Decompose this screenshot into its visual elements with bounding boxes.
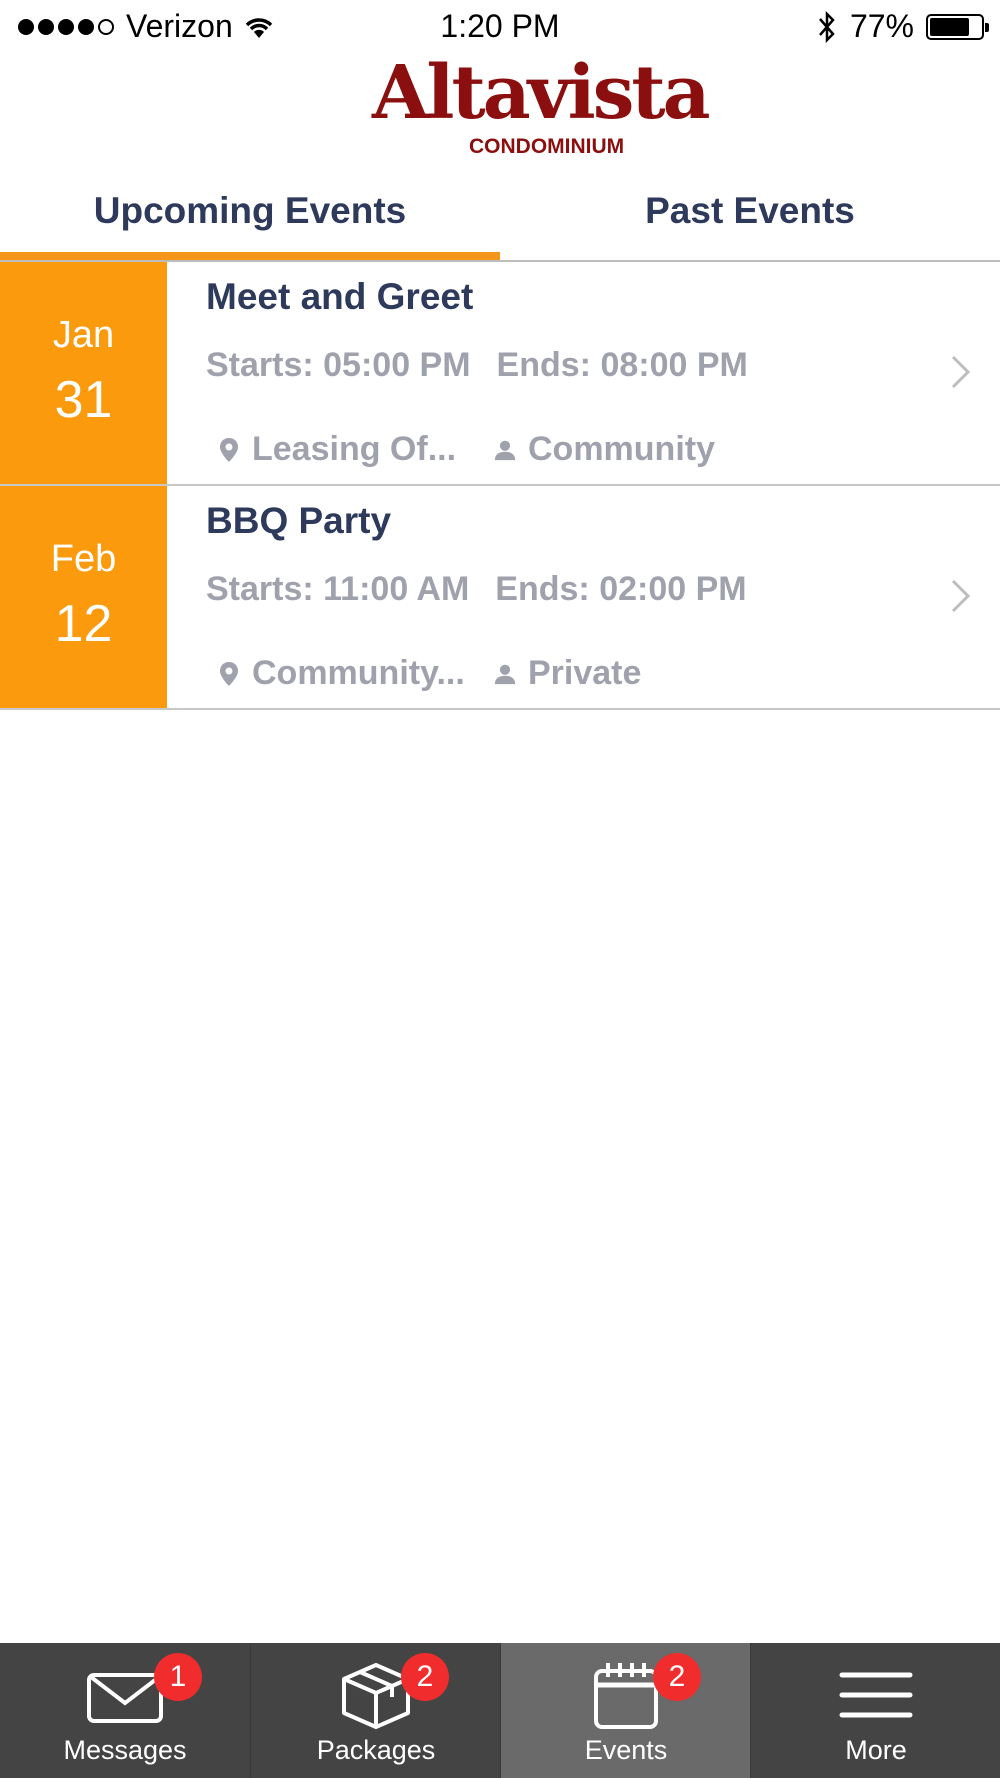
tab-more-label: More (845, 1735, 907, 1765)
person-icon (494, 664, 516, 684)
envelope-icon (87, 1673, 163, 1723)
event-start-time: Starts: 05:00 PM (206, 346, 471, 384)
event-date-block: Feb 12 (0, 486, 167, 708)
tab-events[interactable]: 2 Events (500, 1643, 750, 1778)
event-title: BBQ Party (206, 500, 392, 541)
event-times: Starts: 11:00 AM Ends: 02:00 PM (206, 570, 747, 609)
packages-badge: 2 (401, 1653, 449, 1701)
app-logo: Altavista CONDOMINIUM (372, 56, 711, 166)
event-category-label: Private (528, 654, 642, 692)
event-month: Feb (50, 538, 117, 580)
event-category: Private (494, 654, 641, 693)
chevron-right-icon (951, 355, 971, 389)
tab-past-events[interactable]: Past Events (500, 176, 1000, 262)
event-category: Community (494, 430, 715, 469)
tab-more[interactable]: More (750, 1643, 1000, 1778)
event-row[interactable]: Jan 31 Meet and Greet Starts: 05:00 PM En… (0, 262, 1000, 486)
tab-messages[interactable]: 1 Messages (0, 1643, 250, 1778)
event-row[interactable]: Feb 12 BBQ Party Starts: 11:00 AM Ends: 0… (0, 486, 1000, 710)
tab-packages[interactable]: 2 Packages (250, 1643, 500, 1778)
status-right: 77% (816, 8, 989, 45)
event-end-time: Ends: 02:00 PM (495, 570, 747, 608)
tab-events-label: Events (584, 1735, 668, 1765)
event-end-time: Ends: 08:00 PM (496, 346, 748, 384)
event-day: 12 (54, 595, 113, 653)
bluetooth-icon (819, 10, 835, 43)
battery-percent: 77% (849, 8, 914, 44)
tab-messages-label: Messages (63, 1735, 187, 1765)
bottom-tab-bar: 1 Messages 2 Packages 2 Events More (0, 1643, 1000, 1778)
messages-badge: 1 (154, 1653, 202, 1701)
logo-sub-text: CONDOMINIUM (469, 135, 625, 158)
event-meta: Leasing Of... Community (218, 430, 715, 469)
event-day: 31 (54, 371, 113, 429)
tab-upcoming-events[interactable]: Upcoming Events (0, 176, 500, 262)
active-tab-indicator (0, 252, 500, 260)
event-times: Starts: 05:00 PM Ends: 08:00 PM (206, 346, 748, 385)
battery-icon (926, 13, 989, 40)
event-category-label: Community (528, 430, 715, 468)
logo-main-text: Altavista (372, 50, 711, 136)
event-meta: Community... Private (218, 654, 641, 693)
chevron-right-icon (951, 579, 971, 613)
location-pin-icon (220, 437, 238, 462)
event-month: Jan (52, 314, 115, 356)
menu-icon (839, 1672, 912, 1718)
events-tabs: Upcoming Events Past Events (0, 176, 1000, 262)
location-pin-icon (220, 661, 238, 686)
event-location: Community... (252, 654, 465, 692)
person-icon (494, 440, 516, 460)
event-title: Meet and Greet (206, 276, 474, 317)
event-list: Jan 31 Meet and Greet Starts: 05:00 PM En… (0, 262, 1000, 710)
event-date-block: Jan 31 (0, 262, 167, 484)
status-bar: Verizon 1:20 PM 77% (0, 0, 1000, 54)
event-location: Leasing Of... (252, 430, 457, 468)
tab-packages-label: Packages (316, 1735, 436, 1765)
event-start-time: Starts: 11:00 AM (206, 570, 470, 608)
events-badge: 2 (653, 1653, 701, 1701)
